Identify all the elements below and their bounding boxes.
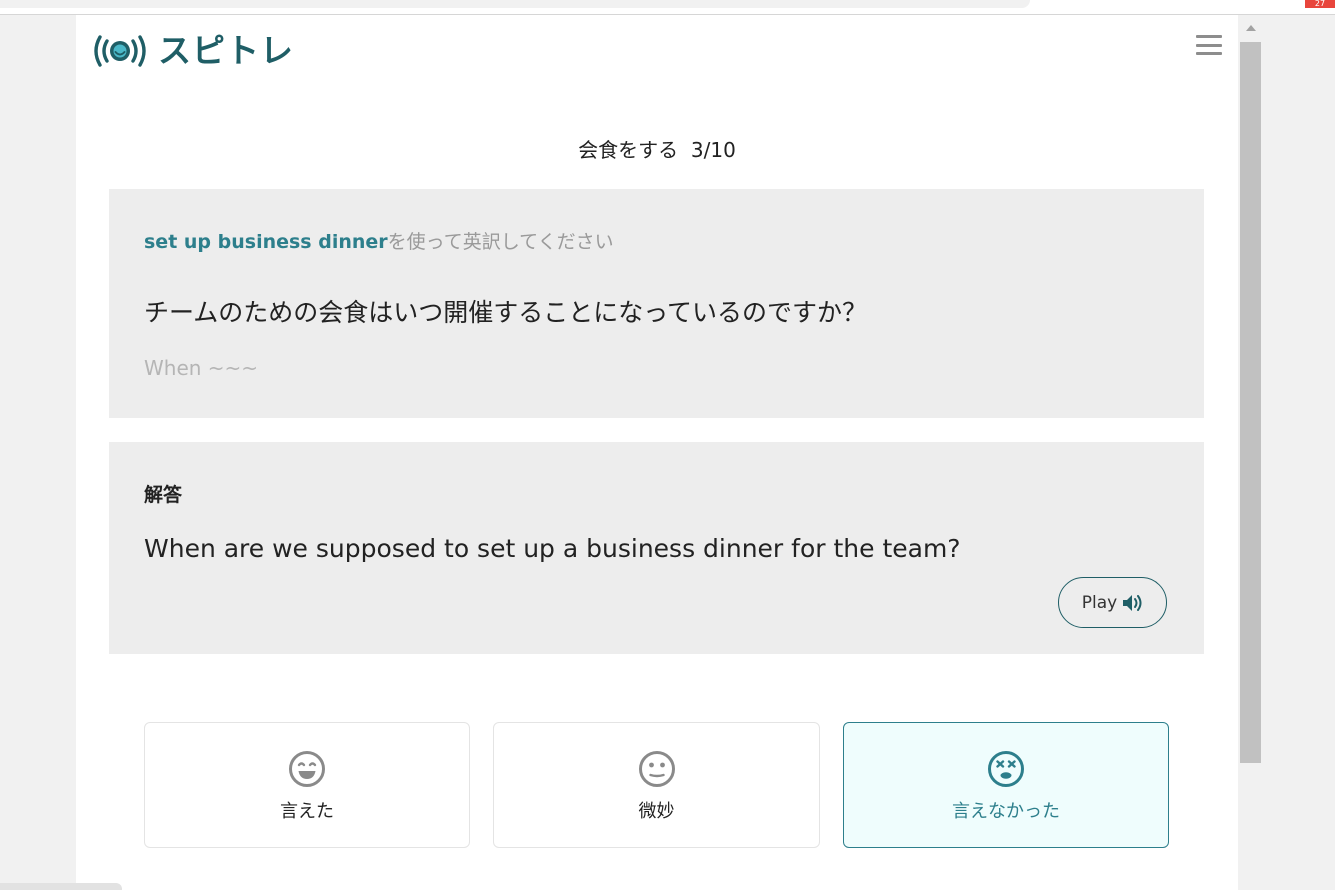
menu-line (1196, 43, 1222, 47)
notification-badge[interactable]: 27 (1305, 0, 1335, 8)
menu-line (1196, 35, 1222, 38)
answer-hint: When ~~~ (144, 356, 259, 380)
volume-icon (1123, 594, 1142, 611)
question-text: チームのための会食はいつ開催することになっているのですか？ (144, 298, 868, 327)
answer-card: 解答 When are we supposed to set up a busi… (109, 442, 1204, 654)
address-bar-edge (0, 0, 1030, 8)
app-logo[interactable]: スピトレ (90, 31, 294, 71)
rating-label: 微妙 (638, 801, 675, 822)
rating-said-it-button[interactable]: 言えた (144, 722, 470, 848)
page-content: スピトレ 会食をする 3/10 set up business dinnerを使… (76, 15, 1238, 890)
scroll-up-arrow-icon[interactable] (1246, 25, 1256, 31)
play-label: Play (1081, 592, 1118, 613)
vertical-scrollbar[interactable] (1239, 15, 1262, 890)
hamburger-menu-icon[interactable] (1196, 35, 1222, 55)
scroll-thumb[interactable] (1240, 42, 1261, 763)
quiz-header: 会食をする 3/10 (76, 135, 1238, 165)
dizzy-face-icon (988, 751, 1024, 787)
target-phrase: set up business dinner (144, 231, 388, 253)
instruction-text: を使って英訳してください (387, 231, 614, 253)
quiz-title: 会食をする (578, 138, 679, 162)
broadcast-logo-icon (94, 35, 146, 67)
rating-label: 言えなかった (952, 801, 1060, 822)
rating-label: 言えた (280, 801, 334, 822)
neutral-face-icon (638, 751, 675, 787)
grin-face-icon (289, 751, 325, 787)
app-name: スピトレ (158, 31, 294, 70)
rating-could-not-say-button[interactable]: 言えなかった (843, 722, 1169, 848)
answer-text: When are we supposed to set up a busines… (144, 534, 961, 563)
play-audio-button[interactable]: Play (1058, 577, 1167, 628)
bottom-tab-edge (0, 883, 122, 890)
quiz-progress: 3/10 (690, 138, 736, 162)
answer-label: 解答 (144, 484, 183, 506)
browser-top-bar: 27 (0, 0, 1335, 15)
instruction: set up business dinnerを使って英訳してください (144, 229, 614, 255)
rating-so-so-button[interactable]: 微妙 (493, 722, 820, 848)
menu-line (1196, 52, 1222, 55)
question-card: set up business dinnerを使って英訳してください チームのた… (109, 189, 1204, 418)
